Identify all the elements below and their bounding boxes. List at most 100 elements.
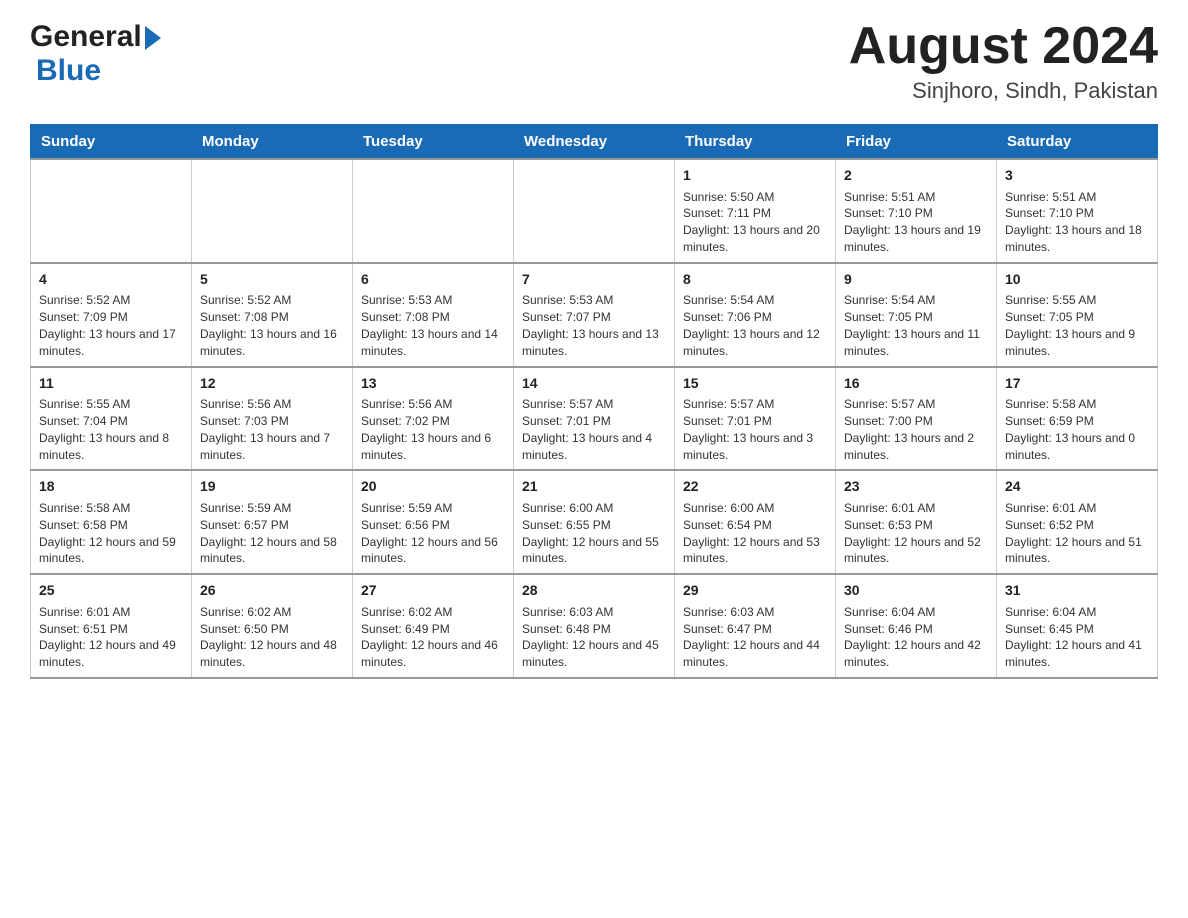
calendar-week-row: 18 Sunrise: 5:58 AM Sunset: 6:58 PM Dayli… [31, 470, 1158, 574]
calendar-cell [514, 159, 675, 263]
day-info: Sunrise: 5:59 AM Sunset: 6:56 PM Dayligh… [361, 500, 505, 567]
day-info: Sunrise: 6:03 AM Sunset: 6:47 PM Dayligh… [683, 604, 827, 671]
day-number: 8 [683, 270, 827, 290]
calendar-week-row: 1 Sunrise: 5:50 AM Sunset: 7:11 PM Daylig… [31, 159, 1158, 263]
calendar-cell: 14Sunrise: 5:57 AM Sunset: 7:01 PM Dayli… [514, 367, 675, 471]
day-number: 9 [844, 270, 988, 290]
day-number: 24 [1005, 477, 1149, 497]
calendar-week-row: 11Sunrise: 5:55 AM Sunset: 7:04 PM Dayli… [31, 367, 1158, 471]
day-info: Sunrise: 5:56 AM Sunset: 7:03 PM Dayligh… [200, 396, 344, 463]
calendar-week-row: 25 Sunrise: 6:01 AM Sunset: 6:51 PM Dayli… [31, 574, 1158, 678]
day-number: 10 [1005, 270, 1149, 290]
calendar-cell: 13Sunrise: 5:56 AM Sunset: 7:02 PM Dayli… [353, 367, 514, 471]
calendar-cell: 20Sunrise: 5:59 AM Sunset: 6:56 PM Dayli… [353, 470, 514, 574]
calendar-cell: 9Sunrise: 5:54 AM Sunset: 7:05 PM Daylig… [836, 263, 997, 367]
day-info: Sunrise: 5:59 AM Sunset: 6:57 PM Dayligh… [200, 500, 344, 567]
day-number: 4 [39, 270, 183, 290]
calendar-cell: 18 Sunrise: 5:58 AM Sunset: 6:58 PM Dayli… [31, 470, 192, 574]
day-number: 28 [522, 581, 666, 601]
day-info: Sunrise: 5:57 AM Sunset: 7:01 PM Dayligh… [683, 396, 827, 463]
day-info: Sunrise: 6:04 AM Sunset: 6:45 PM Dayligh… [1005, 604, 1149, 671]
day-number: 17 [1005, 374, 1149, 394]
logo: General Blue [30, 20, 161, 88]
day-info: Sunrise: 6:02 AM Sunset: 6:49 PM Dayligh… [361, 604, 505, 671]
day-header-saturday: Saturday [997, 125, 1158, 160]
calendar-cell: 30Sunrise: 6:04 AM Sunset: 6:46 PM Dayli… [836, 574, 997, 678]
calendar-cell: 31 Sunrise: 6:04 AM Sunset: 6:45 PM Dayli… [997, 574, 1158, 678]
day-info: Sunrise: 6:00 AM Sunset: 6:55 PM Dayligh… [522, 500, 666, 567]
calendar-cell: 29Sunrise: 6:03 AM Sunset: 6:47 PM Dayli… [675, 574, 836, 678]
calendar-cell: 8Sunrise: 5:54 AM Sunset: 7:06 PM Daylig… [675, 263, 836, 367]
day-number: 14 [522, 374, 666, 394]
day-number: 18 [39, 477, 183, 497]
calendar-cell: 16Sunrise: 5:57 AM Sunset: 7:00 PM Dayli… [836, 367, 997, 471]
calendar-cell: 3 Sunrise: 5:51 AM Sunset: 7:10 PM Daylig… [997, 159, 1158, 263]
day-number: 23 [844, 477, 988, 497]
day-number: 11 [39, 374, 183, 394]
calendar-cell: 10Sunrise: 5:55 AM Sunset: 7:05 PM Dayli… [997, 263, 1158, 367]
day-header-monday: Monday [192, 125, 353, 160]
day-number: 19 [200, 477, 344, 497]
day-info: Sunrise: 5:50 AM Sunset: 7:11 PM Dayligh… [683, 189, 827, 256]
day-number: 22 [683, 477, 827, 497]
day-info: Sunrise: 6:03 AM Sunset: 6:48 PM Dayligh… [522, 604, 666, 671]
day-number: 7 [522, 270, 666, 290]
day-header-tuesday: Tuesday [353, 125, 514, 160]
day-header-friday: Friday [836, 125, 997, 160]
logo-general-text: General [30, 20, 142, 54]
day-info: Sunrise: 5:55 AM Sunset: 7:05 PM Dayligh… [1005, 292, 1149, 359]
calendar-cell [353, 159, 514, 263]
location-label: Sinjhoro, Sindh, Pakistan [849, 78, 1158, 104]
calendar-cell: 4Sunrise: 5:52 AM Sunset: 7:09 PM Daylig… [31, 263, 192, 367]
day-number: 26 [200, 581, 344, 601]
day-info: Sunrise: 5:53 AM Sunset: 7:08 PM Dayligh… [361, 292, 505, 359]
day-number: 3 [1005, 166, 1149, 186]
calendar-cell: 27 Sunrise: 6:02 AM Sunset: 6:49 PM Dayli… [353, 574, 514, 678]
day-info: Sunrise: 5:51 AM Sunset: 7:10 PM Dayligh… [1005, 189, 1149, 256]
logo-blue-text: Blue [36, 54, 101, 87]
day-info: Sunrise: 5:54 AM Sunset: 7:06 PM Dayligh… [683, 292, 827, 359]
calendar-cell: 21Sunrise: 6:00 AM Sunset: 6:55 PM Dayli… [514, 470, 675, 574]
day-info: Sunrise: 5:56 AM Sunset: 7:02 PM Dayligh… [361, 396, 505, 463]
day-info: Sunrise: 6:01 AM Sunset: 6:51 PM Dayligh… [39, 604, 183, 671]
day-header-wednesday: Wednesday [514, 125, 675, 160]
day-info: Sunrise: 5:58 AM Sunset: 6:58 PM Dayligh… [39, 500, 183, 567]
day-info: Sunrise: 5:51 AM Sunset: 7:10 PM Dayligh… [844, 189, 988, 256]
day-info: Sunrise: 5:53 AM Sunset: 7:07 PM Dayligh… [522, 292, 666, 359]
calendar-cell: 26 Sunrise: 6:02 AM Sunset: 6:50 PM Dayli… [192, 574, 353, 678]
calendar-week-row: 4Sunrise: 5:52 AM Sunset: 7:09 PM Daylig… [31, 263, 1158, 367]
day-info: Sunrise: 5:58 AM Sunset: 6:59 PM Dayligh… [1005, 396, 1149, 463]
calendar-cell: 23 Sunrise: 6:01 AM Sunset: 6:53 PM Dayli… [836, 470, 997, 574]
logo-arrow-icon [145, 26, 161, 50]
calendar-cell: 25 Sunrise: 6:01 AM Sunset: 6:51 PM Dayli… [31, 574, 192, 678]
day-info: Sunrise: 6:01 AM Sunset: 6:52 PM Dayligh… [1005, 500, 1149, 567]
calendar-body: 1 Sunrise: 5:50 AM Sunset: 7:11 PM Daylig… [31, 159, 1158, 678]
calendar-cell: 24 Sunrise: 6:01 AM Sunset: 6:52 PM Dayli… [997, 470, 1158, 574]
day-number: 15 [683, 374, 827, 394]
calendar-cell: 2Sunrise: 5:51 AM Sunset: 7:10 PM Daylig… [836, 159, 997, 263]
calendar-cell: 5Sunrise: 5:52 AM Sunset: 7:08 PM Daylig… [192, 263, 353, 367]
day-info: Sunrise: 6:01 AM Sunset: 6:53 PM Dayligh… [844, 500, 988, 567]
day-info: Sunrise: 5:52 AM Sunset: 7:08 PM Dayligh… [200, 292, 344, 359]
day-number: 5 [200, 270, 344, 290]
calendar-cell: 19 Sunrise: 5:59 AM Sunset: 6:57 PM Dayli… [192, 470, 353, 574]
day-number: 27 [361, 581, 505, 601]
day-number: 1 [683, 166, 827, 186]
day-header-thursday: Thursday [675, 125, 836, 160]
day-info: Sunrise: 6:02 AM Sunset: 6:50 PM Dayligh… [200, 604, 344, 671]
calendar-cell: 12Sunrise: 5:56 AM Sunset: 7:03 PM Dayli… [192, 367, 353, 471]
day-info: Sunrise: 5:57 AM Sunset: 7:00 PM Dayligh… [844, 396, 988, 463]
calendar-cell [31, 159, 192, 263]
calendar-table: SundayMondayTuesdayWednesdayThursdayFrid… [30, 124, 1158, 679]
header-title-block: August 2024 Sinjhoro, Sindh, Pakistan [849, 20, 1158, 104]
day-info: Sunrise: 5:57 AM Sunset: 7:01 PM Dayligh… [522, 396, 666, 463]
day-info: Sunrise: 6:04 AM Sunset: 6:46 PM Dayligh… [844, 604, 988, 671]
calendar-cell: 22Sunrise: 6:00 AM Sunset: 6:54 PM Dayli… [675, 470, 836, 574]
page-header: General Blue August 2024 Sinjhoro, Sindh… [30, 20, 1158, 104]
day-number: 31 [1005, 581, 1149, 601]
calendar-cell: 1 Sunrise: 5:50 AM Sunset: 7:11 PM Daylig… [675, 159, 836, 263]
day-number: 6 [361, 270, 505, 290]
day-info: Sunrise: 5:52 AM Sunset: 7:09 PM Dayligh… [39, 292, 183, 359]
day-number: 25 [39, 581, 183, 601]
calendar-cell: 15Sunrise: 5:57 AM Sunset: 7:01 PM Dayli… [675, 367, 836, 471]
